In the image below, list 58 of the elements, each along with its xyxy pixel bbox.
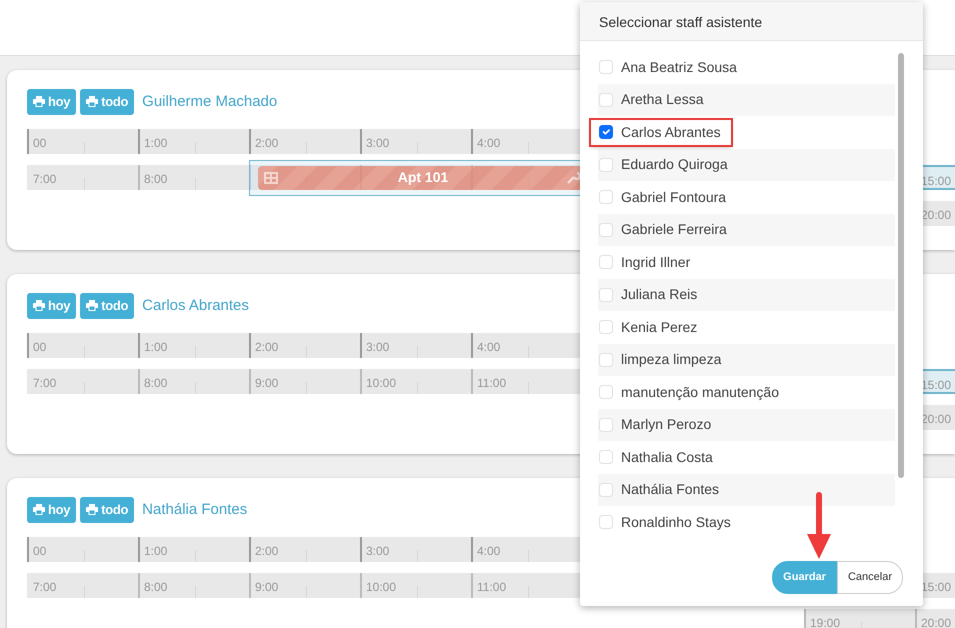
- time-slot[interactable]: 11:00: [471, 572, 582, 598]
- staff-name[interactable]: Carlos Abrantes: [142, 294, 249, 317]
- time-slot[interactable]: 11:00: [471, 368, 582, 394]
- printer-icon: [33, 96, 45, 108]
- staff-option[interactable]: Gabriel Fontoura: [621, 184, 736, 210]
- time-slot[interactable]: 00: [27, 536, 138, 562]
- printer-icon: [33, 504, 45, 516]
- staff-option[interactable]: Carlos Abrantes: [621, 120, 731, 145]
- time-slot[interactable]: 2:00: [249, 128, 360, 154]
- time-slot[interactable]: 4:00: [471, 128, 582, 154]
- time-slot[interactable]: 7:00: [27, 164, 138, 190]
- time-slot[interactable]: 3:00: [360, 536, 471, 562]
- staff-option[interactable]: Kenia Perez: [621, 314, 708, 340]
- print-button[interactable]: todo: [80, 89, 134, 114]
- staff-option[interactable]: Nathalia Costa: [621, 444, 723, 470]
- time-slot[interactable]: 3:00: [360, 128, 471, 154]
- wrench-icon: [567, 170, 580, 184]
- time-slot[interactable]: 10:00: [360, 572, 471, 598]
- printer-icon: [86, 96, 98, 108]
- time-slot[interactable]: 7:00: [27, 368, 138, 394]
- staff-option[interactable]: manutenção manutenção: [621, 380, 789, 405]
- staff-option[interactable]: Ronaldinho Stays: [621, 510, 741, 535]
- save-button[interactable]: Guardar: [772, 561, 837, 594]
- time-slot[interactable]: 00: [27, 332, 138, 358]
- dialog-title: Seleccionar staff asistente: [580, 2, 923, 41]
- time-slot[interactable]: 3:00: [360, 332, 471, 358]
- print-button[interactable]: hoy: [27, 89, 76, 114]
- time-slot[interactable]: 10:00: [360, 368, 471, 394]
- print-button[interactable]: hoy: [27, 497, 76, 522]
- scrollbar-thumb[interactable]: [898, 53, 904, 478]
- time-slot[interactable]: 1:00: [138, 128, 249, 154]
- time-slot[interactable]: 9:00: [249, 368, 360, 394]
- staff-name[interactable]: Nathália Fontes: [142, 498, 248, 521]
- time-slot[interactable]: 2:00: [249, 536, 360, 562]
- time-slot[interactable]: 2:00: [249, 332, 360, 358]
- cancel-button[interactable]: Cancelar: [836, 561, 903, 594]
- time-slot[interactable]: 4:00: [471, 536, 582, 562]
- print-button[interactable]: todo: [80, 293, 134, 318]
- print-button[interactable]: hoy: [27, 293, 76, 318]
- staff-option[interactable]: Ingrid Illner: [621, 250, 700, 275]
- print-button[interactable]: todo: [80, 497, 134, 522]
- grid-icon: [264, 172, 278, 184]
- time-slot[interactable]: 8:00: [138, 572, 249, 598]
- checkbox[interactable]: [599, 125, 613, 140]
- time-slot[interactable]: 7:00: [27, 572, 138, 598]
- appointment-title: Apt 101: [398, 168, 448, 187]
- time-slot[interactable]: 9:00: [249, 572, 360, 598]
- staff-option[interactable]: Ana Beatriz Sousa: [621, 54, 747, 80]
- staff-name[interactable]: Guilherme Machado: [142, 90, 278, 113]
- printer-icon: [86, 300, 98, 312]
- time-slot[interactable]: 1:00: [138, 536, 249, 562]
- time-slot[interactable]: 00: [27, 128, 138, 154]
- time-slot[interactable]: 1:00: [138, 332, 249, 358]
- printer-icon: [86, 504, 98, 516]
- time-slot[interactable]: 4:00: [471, 332, 582, 358]
- printer-icon: [33, 300, 45, 312]
- time-slot[interactable]: 8:00: [138, 164, 249, 190]
- time-slot[interactable]: 8:00: [138, 368, 249, 394]
